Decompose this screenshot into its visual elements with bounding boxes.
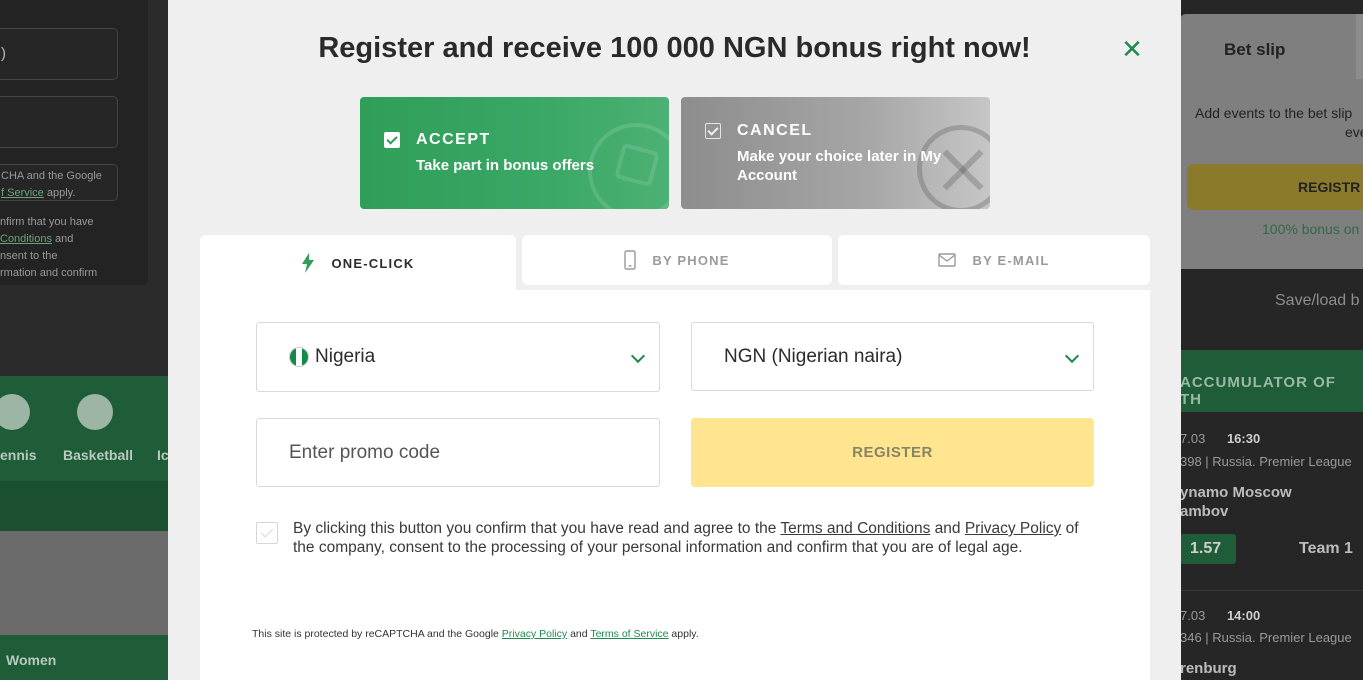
- background-confirm-text: nfirm that you have Conditions and nsent…: [0, 214, 140, 282]
- background-bonus-text: 100% bonus on: [1262, 221, 1360, 237]
- bet-slip-text-line: even: [1345, 124, 1363, 140]
- agreement-text-part: and: [930, 520, 965, 537]
- background-bet-slip-tab: [1356, 14, 1363, 79]
- background-right-panel: Bet slip Add events to the bet slip even…: [1180, 0, 1363, 680]
- accept-subtext: Take part in bonus offers: [416, 157, 595, 174]
- close-icon[interactable]: ✕: [1119, 36, 1145, 62]
- currency-select[interactable]: NGN (Nigerian naira): [691, 322, 1094, 391]
- background-confirm-line: rmation and confirm: [0, 267, 98, 279]
- agreement-text: By clicking this button you confirm that…: [293, 519, 1103, 557]
- tab-by-email-label: BY E-MAIL: [972, 252, 1050, 268]
- background-recaptcha-box: CHA and the Google f Service apply.: [0, 164, 118, 201]
- agreement-checkbox[interactable]: [256, 522, 278, 544]
- background-band: [0, 481, 170, 531]
- background-team1-label: Team 1: [1299, 540, 1353, 557]
- background-field: [0, 96, 118, 148]
- registration-modal: Register and receive 100 000 NGN bonus r…: [168, 0, 1181, 680]
- promo-code-placeholder: Enter promo code: [289, 441, 441, 463]
- nigeria-flag-icon: [289, 347, 309, 367]
- background-confirm-line: and: [55, 233, 74, 245]
- cancel-subtext: Make your choice later in My Account: [737, 148, 942, 184]
- background-confirm-line: nfirm that you have: [0, 216, 94, 228]
- background-field: ): [0, 28, 118, 80]
- background-recaptcha-text: CHA and the Google f Service apply.: [1, 168, 141, 202]
- bet-slip-title: Bet slip: [1224, 40, 1286, 59]
- tab-by-email[interactable]: BY E-MAIL: [838, 235, 1150, 285]
- background-team-b: ambov: [1180, 503, 1229, 520]
- background-event-league: 398 | Russia. Premier League: [1180, 454, 1352, 469]
- background-divider: [1180, 590, 1363, 591]
- sport-label-tennis: ennis: [0, 447, 37, 463]
- background-save-load: Save/load b: [1275, 292, 1360, 309]
- phone-icon: [624, 250, 637, 270]
- sport-label-basketball: Basketball: [63, 447, 134, 463]
- currency-value: NGN (Nigerian naira): [724, 345, 903, 367]
- basketball-icon: [77, 394, 113, 430]
- background-grey-block: [0, 531, 170, 635]
- background-recaptcha-line: CHA and the Google: [1, 170, 102, 182]
- background-confirm-line: nsent to the: [0, 250, 58, 262]
- event-date: 7.03: [1180, 431, 1206, 446]
- accept-heading: ACCEPT: [416, 131, 491, 148]
- accept-checkbox[interactable]: [384, 132, 400, 148]
- registration-form: Nigeria NGN (Nigerian naira) Enter promo…: [200, 290, 1150, 680]
- tab-one-click[interactable]: ONE-CLICK: [200, 235, 516, 291]
- background-register-button: REGISTR: [1187, 164, 1363, 210]
- background-event-meta: 7.03 16:30: [1180, 431, 1260, 446]
- recaptcha-privacy-link[interactable]: Privacy Policy: [502, 628, 567, 640]
- background-event-meta: 7.03 14:00: [1180, 608, 1260, 623]
- background-event-league: 346 | Russia. Premier League: [1180, 630, 1352, 645]
- event-time: 14:00: [1226, 608, 1261, 623]
- background-left-panel: ) CHA and the Google f Service apply. nf…: [0, 0, 170, 680]
- terms-link[interactable]: Terms and Conditions: [780, 520, 930, 537]
- background-team-a: ynamo Moscow: [1180, 484, 1292, 501]
- background-conditions-link: Conditions: [0, 233, 52, 245]
- bet-slip-text-line: Add events to the bet slip: [1195, 105, 1353, 121]
- registration-tabs: ONE-CLICK BY PHONE BY E-MAIL: [200, 235, 1150, 291]
- lightning-icon: [301, 253, 315, 273]
- chevron-down-icon: [1064, 348, 1080, 364]
- promo-code-input[interactable]: Enter promo code: [256, 418, 660, 487]
- cancel-bonus-option[interactable]: CANCEL Make your choice later in My Acco…: [681, 97, 990, 209]
- envelope-icon: [938, 253, 957, 267]
- background-field-text: ): [1, 45, 6, 62]
- tab-by-phone-label: BY PHONE: [652, 252, 730, 268]
- background-odd: 1.57: [1180, 534, 1236, 564]
- country-select[interactable]: Nigeria: [256, 322, 660, 392]
- chevron-down-icon: [630, 348, 646, 364]
- background-sports-bar: [0, 376, 170, 481]
- background-team-a: renburg: [1180, 660, 1237, 677]
- country-value: Nigeria: [315, 346, 376, 367]
- sport-label-partial: Ic: [157, 447, 169, 463]
- background-women-label: Women: [0, 635, 170, 680]
- tab-one-click-label: ONE-CLICK: [331, 255, 415, 271]
- background-apply-text: apply.: [46, 187, 76, 199]
- cancel-heading: CANCEL: [737, 122, 813, 139]
- bet-slip-text: Add events to the bet slip even: [1195, 104, 1363, 142]
- recaptcha-text-part: This site is protected by reCAPTCHA and …: [252, 628, 502, 640]
- recaptcha-notice: This site is protected by reCAPTCHA and …: [252, 628, 699, 640]
- event-time: 16:30: [1226, 431, 1261, 446]
- accept-bonus-option[interactable]: ACCEPT Take part in bonus offers: [360, 97, 669, 209]
- event-date: 7.03: [1180, 608, 1206, 623]
- recaptcha-text-part: and: [567, 628, 591, 640]
- agreement-text-part: By clicking this button you confirm that…: [293, 520, 781, 537]
- recaptcha-text-part: apply.: [668, 628, 699, 640]
- tab-by-phone[interactable]: BY PHONE: [522, 235, 832, 285]
- background-accumulator-header: ACCUMULATOR OF TH: [1180, 350, 1363, 412]
- background-terms-link: f Service: [1, 187, 44, 199]
- privacy-policy-link[interactable]: Privacy Policy: [965, 520, 1061, 537]
- recaptcha-terms-link[interactable]: Terms of Service: [590, 628, 668, 640]
- cancel-checkbox[interactable]: [705, 123, 721, 139]
- register-button[interactable]: REGISTER: [691, 418, 1094, 487]
- modal-title: Register and receive 100 000 NGN bonus r…: [318, 32, 1031, 64]
